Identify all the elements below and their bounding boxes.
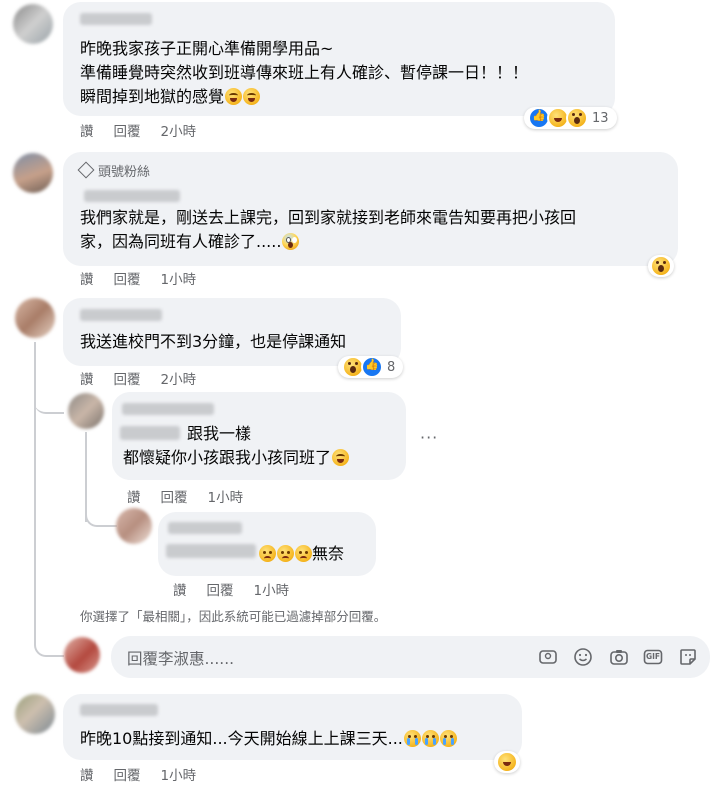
reply-input[interactable]: 回覆李淑惠...... GIF	[111, 636, 710, 678]
comment-actions: 讚回覆 1小時	[80, 764, 196, 784]
reply-bubble: 無奈	[158, 512, 376, 576]
comment-text: 我們家就是，剛送去上課完，回到家就接到老師來電告知要再把小孩回 家，因為同班有人…	[80, 208, 577, 251]
grin-sweat-emoji	[225, 88, 243, 105]
like-link[interactable]: 讚	[80, 120, 94, 140]
grin-sweat-emoji	[332, 449, 350, 466]
comment-actions: 讚回覆 1小時	[173, 579, 289, 599]
comment-bubble: 昨晚我家孩子正開心準備開學用品~ 準備睡覺時突然收到班導傳來班上有人確診、暫停課…	[63, 2, 615, 116]
comment-actions: 讚回覆 2小時	[80, 368, 196, 388]
comment-bubble: 昨晚10點接到通知...今天開始線上上課三天...	[63, 694, 522, 760]
avatar[interactable]	[15, 298, 55, 338]
reaction-summary[interactable]	[494, 751, 520, 773]
timestamp[interactable]: 1小時	[254, 579, 290, 599]
mention-name[interactable]	[166, 544, 256, 558]
avatar[interactable]	[116, 508, 152, 544]
reply-bubble: 跟我一樣 都懷疑你小孩跟我小孩同班了	[112, 392, 406, 480]
avatar[interactable]	[13, 4, 53, 44]
reply-link[interactable]: 回覆	[114, 120, 141, 140]
avatar[interactable]	[68, 393, 104, 429]
thread-connector	[34, 380, 64, 414]
reaction-summary[interactable]	[648, 255, 674, 277]
reply-link[interactable]: 回覆	[114, 368, 141, 388]
reply-link[interactable]: 回覆	[114, 268, 141, 288]
avatar-sticker-icon[interactable]	[538, 647, 558, 667]
reaction-summary[interactable]: 13	[524, 107, 617, 129]
timestamp[interactable]: 2小時	[161, 120, 197, 140]
gif-icon[interactable]: GIF	[643, 647, 663, 667]
top-fan-badge[interactable]: 頭號粉絲	[77, 161, 150, 180]
author-name[interactable]	[168, 522, 242, 534]
reply-link[interactable]: 回覆	[161, 486, 188, 506]
comment-text: 跟我一樣 都懷疑你小孩跟我小孩同班了	[123, 422, 350, 470]
comment-actions: 讚回覆 1小時	[80, 268, 196, 288]
comment-bubble: 頭號粉絲 我們家就是，剛送去上課完，回到家就接到老師來電告知要再把小孩回 家，因…	[63, 152, 678, 266]
crying-emoji	[439, 730, 457, 747]
grin-sweat-emoji	[243, 88, 261, 105]
comment-actions: 讚回覆 1小時	[127, 486, 243, 506]
comment-text: 昨晚10點接到通知...今天開始線上上課三天...	[80, 727, 457, 751]
comment-actions: 讚回覆 2小時	[80, 120, 196, 140]
like-link[interactable]: 讚	[127, 486, 141, 506]
like-link[interactable]: 讚	[80, 268, 94, 288]
author-name[interactable]	[80, 309, 162, 321]
thread-connector	[85, 500, 117, 527]
reply-link[interactable]: 回覆	[207, 579, 234, 599]
sticker-icon[interactable]	[678, 647, 698, 667]
timestamp[interactable]: 1小時	[208, 486, 244, 506]
more-options-icon[interactable]: ···	[420, 428, 438, 447]
sad-emoji	[259, 545, 276, 562]
emoji-icon[interactable]	[573, 647, 593, 667]
avatar[interactable]	[15, 694, 55, 734]
sad-reaction-icon	[496, 751, 518, 773]
timestamp[interactable]: 1小時	[161, 764, 197, 784]
reply-link[interactable]: 回覆	[114, 764, 141, 784]
crying-emoji	[403, 730, 421, 747]
thread-connector	[34, 630, 64, 657]
reply-input-placeholder: 回覆李淑惠......	[127, 650, 235, 668]
sad-emoji	[277, 545, 294, 562]
like-reaction-icon	[361, 356, 383, 378]
author-name[interactable]	[84, 190, 180, 202]
wow-reaction-icon	[650, 255, 672, 277]
filter-notice: 你選擇了「最相關」，因此系統可能已過濾掉部分回覆。	[80, 609, 387, 624]
author-name[interactable]	[122, 403, 214, 415]
current-user-avatar[interactable]	[64, 637, 100, 673]
comment-text: 無奈	[258, 542, 344, 566]
author-name[interactable]	[80, 13, 152, 25]
scream-emoji	[282, 233, 300, 250]
comment-text: 我送進校門不到3分鐘，也是停課通知	[80, 332, 347, 351]
wow-reaction-icon	[566, 107, 588, 129]
diamond-icon	[77, 161, 95, 179]
timestamp[interactable]: 2小時	[161, 368, 197, 388]
comment-text: 昨晚我家孩子正開心準備開學用品~ 準備睡覺時突然收到班導傳來班上有人確診、暫停課…	[80, 39, 529, 106]
avatar[interactable]	[13, 153, 53, 193]
timestamp[interactable]: 1小時	[161, 268, 197, 288]
like-link[interactable]: 讚	[80, 368, 94, 388]
sad-emoji	[295, 545, 312, 562]
crying-emoji	[421, 730, 439, 747]
like-link[interactable]: 讚	[173, 579, 187, 599]
author-name[interactable]	[80, 704, 158, 716]
camera-icon[interactable]	[609, 647, 629, 667]
like-link[interactable]: 讚	[80, 764, 94, 784]
reaction-summary[interactable]: 8	[338, 356, 404, 378]
